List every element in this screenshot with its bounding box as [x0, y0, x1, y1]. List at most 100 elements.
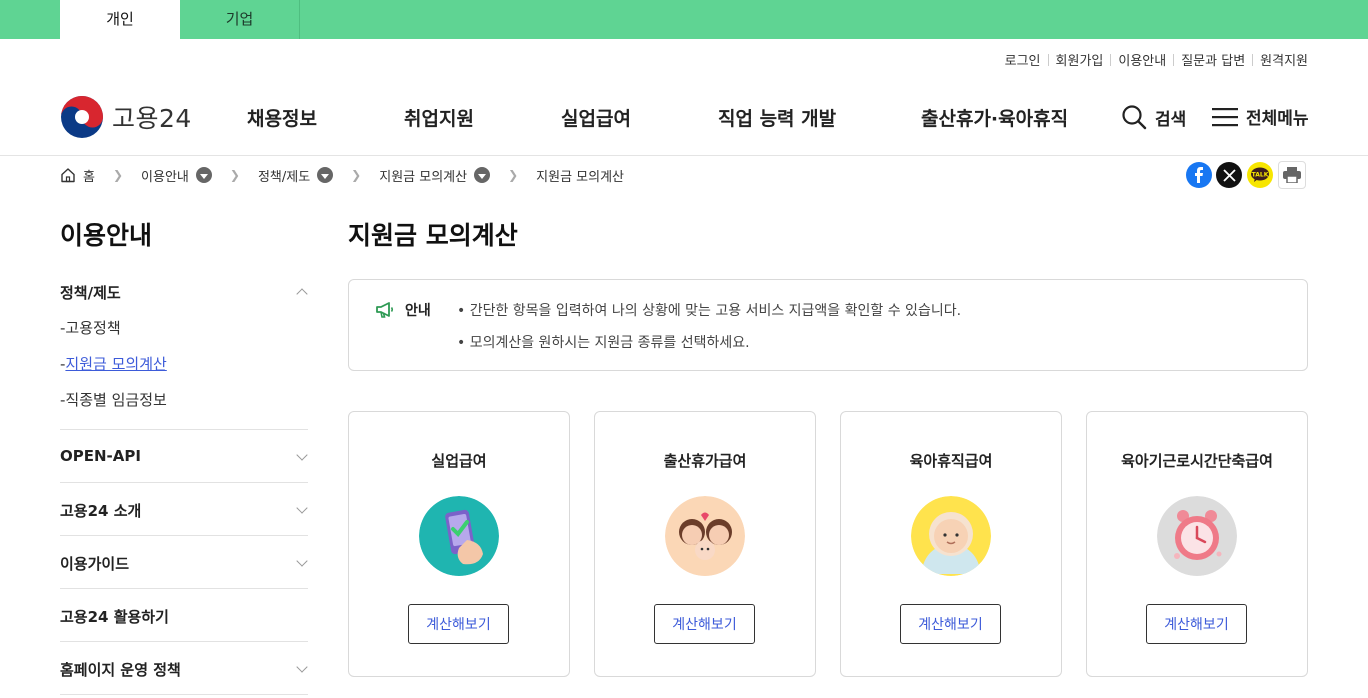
parents-baby-icon [665, 496, 745, 576]
sidebar-divider [60, 535, 308, 536]
sidebar-divider [60, 482, 308, 483]
chevron-right-icon: ❯ [508, 168, 519, 182]
tab-business[interactable]: 기업 [180, 0, 300, 39]
sidebar-item-label: 고용정책 [65, 319, 121, 337]
sidebar-divider [60, 588, 308, 589]
calculate-button[interactable]: 계산해보기 [408, 604, 509, 644]
chevron-right-icon: ❯ [112, 168, 124, 182]
sidebar-divider [60, 641, 308, 642]
sidebar-section-label: 고용24 활용하기 [60, 608, 169, 626]
sidebar-section-utilize[interactable]: 고용24 활용하기 [60, 606, 308, 627]
gnb-parental-leave[interactable]: 출산휴가·육아휴직 [921, 104, 1068, 131]
sidebar-item-label: 지원금 모의계산 [65, 355, 167, 373]
breadcrumb-usage-guide[interactable]: 이용안내 [141, 166, 212, 185]
usage-guide-link[interactable]: 이용안내 [1118, 50, 1166, 69]
chevron-down-icon [296, 449, 308, 461]
dropdown-circle-icon[interactable] [195, 167, 212, 183]
gnb-employment-support[interactable]: 취업지원 [404, 104, 474, 131]
sidebar-section-label: 이용가이드 [60, 555, 130, 573]
divider [1110, 53, 1112, 66]
all-menu-label: 전체메뉴 [1246, 109, 1309, 129]
sidebar-section-policy[interactable]: 정책/제도 [60, 282, 308, 303]
audience-tab-bar: 개인 기업 [0, 0, 1368, 39]
sidebar-section-label: 홈페이지 운영 정책 [60, 661, 181, 679]
sidebar-section-about[interactable]: 고용24 소개 [60, 500, 308, 521]
search-icon [1122, 105, 1147, 130]
notice-box: 안내 • 간단한 항목을 입력하여 나의 상황에 맞는 고용 서비스 지급액을 … [348, 279, 1308, 371]
sidebar-item-wage-info[interactable]: -직종별 임금정보 [60, 389, 167, 410]
gnb-unemployment-benefit[interactable]: 실업급여 [561, 104, 631, 131]
breadcrumb-label: 지원금 모의계산 [379, 169, 468, 185]
all-menu-button[interactable]: 전체메뉴 [1212, 104, 1309, 129]
phone-check-icon [419, 496, 499, 576]
sidebar-item-label: 직종별 임금정보 [65, 391, 167, 409]
kakao-badge-text: TALK [1252, 172, 1269, 179]
utility-links: 로그인 회원가입 이용안내 질문과 답변 원격지원 [1005, 50, 1308, 69]
breadcrumb-home[interactable]: 홈 [60, 166, 95, 185]
qna-link[interactable]: 질문과 답변 [1181, 50, 1245, 69]
sidebar-section-label: 정책/제도 [60, 284, 121, 302]
calculate-button[interactable]: 계산해보기 [654, 604, 755, 644]
taegeuk-logo-icon [61, 96, 103, 138]
breadcrumb-subsidy-calc[interactable]: 지원금 모의계산 [379, 166, 491, 185]
hamburger-menu-icon [1212, 107, 1238, 126]
megaphone-icon [376, 302, 394, 318]
sidebar-section-usage-guide[interactable]: 이용가이드 [60, 553, 308, 574]
remote-support-link[interactable]: 원격지원 [1260, 50, 1308, 69]
notice-line: • 모의계산을 원하시는 지원금 종류를 선택하세요. [457, 335, 750, 351]
x-icon[interactable] [1216, 162, 1242, 188]
breadcrumb-label: 정책/제도 [257, 169, 311, 185]
sidebar-section-open-api[interactable]: OPEN-API [60, 447, 308, 465]
chevron-down-icon [296, 502, 308, 514]
search-button[interactable]: 검색 [1121, 104, 1186, 130]
alarm-clock-icon [1157, 496, 1237, 576]
divider [1047, 53, 1049, 66]
sidebar-title: 이용안내 [60, 221, 153, 250]
site-logo[interactable]: 고용24 [60, 95, 192, 139]
sidebar-section-label: OPEN-API [60, 447, 141, 465]
sidebar-section-label: 고용24 소개 [60, 502, 142, 520]
baby-icon [911, 496, 991, 576]
sidebar-divider [60, 694, 308, 695]
divider [1252, 53, 1254, 66]
gnb-skills-development[interactable]: 직업 능력 개발 [718, 104, 836, 131]
tab-personal[interactable]: 개인 [60, 0, 180, 39]
chevron-up-icon [296, 288, 308, 300]
chevron-down-icon [296, 661, 308, 673]
sidebar-section-site-policy[interactable]: 홈페이지 운영 정책 [60, 659, 308, 680]
calc-card-unemployment: 실업급여 계산해보기 [348, 411, 570, 677]
login-link[interactable]: 로그인 [1005, 50, 1041, 69]
card-title: 출산휴가급여 [663, 452, 747, 470]
breadcrumb-current: 지원금 모의계산 [536, 166, 624, 185]
facebook-icon[interactable] [1186, 162, 1212, 188]
dropdown-circle-icon[interactable] [474, 167, 491, 183]
notice-line: • 간단한 항목을 입력하여 나의 상황에 맞는 고용 서비스 지급액을 확인할… [457, 303, 962, 319]
gnb-jobs[interactable]: 채용정보 [247, 104, 317, 131]
breadcrumb: 홈 ❯ 이용안내 ❯ 정책/제도 ❯ 지원금 모의계산 ❯ 지원금 모의계산 [60, 164, 624, 186]
sidebar-item-subsidy-calc[interactable]: -지원금 모의계산 [60, 353, 167, 374]
card-title: 육아휴직급여 [909, 452, 993, 470]
calculate-button[interactable]: 계산해보기 [900, 604, 1001, 644]
home-icon [61, 168, 75, 183]
divider [1173, 53, 1175, 66]
breadcrumb-label: 지원금 모의계산 [536, 169, 625, 185]
print-icon[interactable] [1278, 161, 1306, 189]
header-divider [0, 155, 1368, 156]
dropdown-circle-icon[interactable] [317, 167, 334, 183]
calc-card-maternity: 출산휴가급여 계산해보기 [594, 411, 816, 677]
page-title: 지원금 모의계산 [348, 221, 518, 250]
card-title: 육아기근로시간단축급여 [1121, 452, 1273, 470]
sidebar-item-employment-policy[interactable]: -고용정책 [60, 317, 121, 338]
chevron-right-icon: ❯ [229, 168, 240, 182]
breadcrumb-home-label: 홈 [83, 169, 95, 185]
signup-link[interactable]: 회원가입 [1056, 50, 1104, 69]
card-title: 실업급여 [431, 452, 487, 470]
chevron-right-icon: ❯ [351, 168, 362, 182]
notice-label-text: 안내 [405, 303, 431, 319]
breadcrumb-policy[interactable]: 정책/제도 [257, 166, 334, 185]
breadcrumb-label: 이용안내 [141, 169, 189, 185]
calculate-button[interactable]: 계산해보기 [1146, 604, 1247, 644]
kakaotalk-icon[interactable]: TALK [1247, 162, 1273, 188]
chevron-down-icon [296, 555, 308, 567]
sidebar-divider [60, 429, 308, 430]
